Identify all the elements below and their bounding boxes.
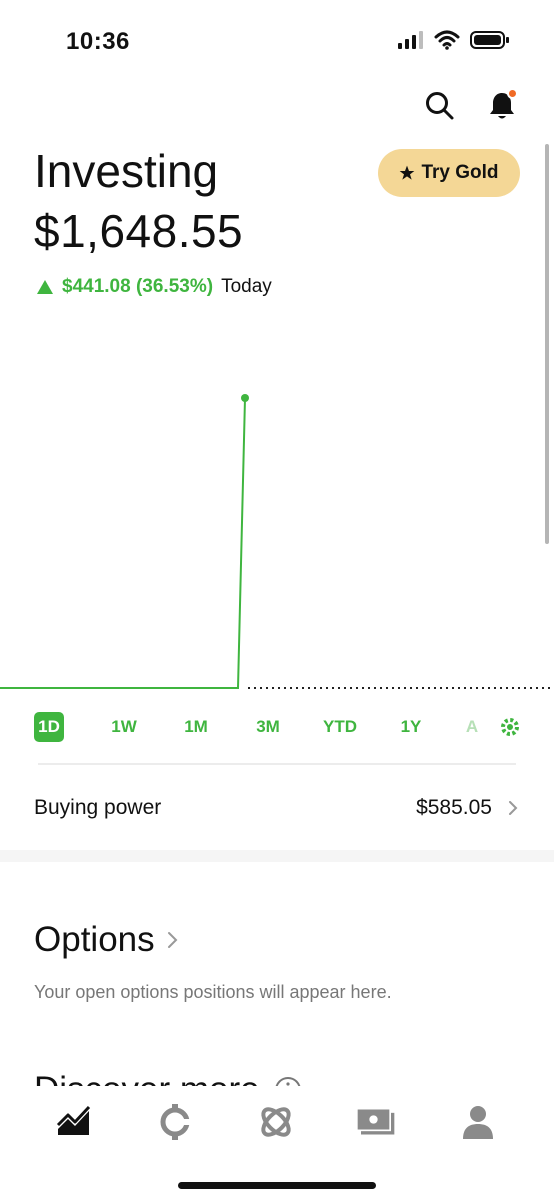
up-triangle-icon — [37, 280, 53, 294]
top-actions — [422, 88, 520, 124]
account-icon — [463, 1106, 493, 1139]
try-gold-label: Try Gold — [421, 162, 499, 183]
tab-cash[interactable] — [356, 1102, 396, 1142]
search-button[interactable] — [422, 88, 458, 124]
page-title: Investing — [34, 145, 219, 197]
portfolio-value: $1,648.55 — [34, 205, 244, 257]
home-indicator — [178, 1182, 376, 1189]
discover-header[interactable]: Discover more — [34, 1070, 302, 1086]
status-time: 10:36 — [66, 28, 130, 55]
chart-current-point — [241, 394, 249, 402]
search-icon — [426, 92, 454, 120]
range-tab-1d[interactable]: 1D — [34, 712, 64, 742]
cellular-signal-icon — [398, 31, 423, 49]
buying-power-label: Buying power — [34, 796, 162, 819]
discover-title: Discover more — [34, 1070, 260, 1086]
options-subtitle: Your open options positions will appear … — [34, 982, 392, 1002]
star-icon — [400, 165, 415, 180]
gear-icon[interactable] — [498, 715, 522, 739]
notifications-button[interactable] — [484, 88, 520, 124]
range-tabs: 1D 1W 1M 3M YTD 1Y A — [34, 712, 524, 742]
info-icon — [275, 1077, 300, 1086]
status-icons — [398, 30, 510, 50]
scrollbar[interactable] — [545, 144, 549, 544]
wifi-icon — [434, 30, 460, 50]
change-amount: $441.08 (36.53%) — [62, 276, 214, 297]
range-tab-ytd[interactable]: YTD — [320, 712, 360, 742]
chart-series-line — [0, 397, 246, 689]
investing-icon — [56, 1105, 91, 1135]
crypto-icon — [160, 1104, 190, 1140]
daily-change: $441.08 (36.53%) Today — [36, 276, 272, 298]
status-bar: 10:36 — [0, 0, 554, 80]
range-tab-1y[interactable]: 1Y — [396, 712, 426, 742]
range-tab-a[interactable]: A — [464, 712, 480, 742]
range-tab-3m[interactable]: 3M — [250, 712, 286, 742]
range-tab-1m[interactable]: 1M — [178, 712, 214, 742]
browse-icon — [261, 1107, 291, 1137]
tab-investing[interactable] — [54, 1102, 94, 1142]
notification-badge — [507, 88, 518, 99]
cash-icon — [356, 1107, 395, 1135]
battery-icon — [470, 31, 509, 49]
divider — [38, 763, 516, 765]
discover-section: Discover more — [0, 1062, 554, 1086]
change-period: Today — [221, 276, 272, 297]
tab-browse[interactable] — [256, 1102, 296, 1142]
options-title: Options — [34, 920, 155, 959]
tab-account[interactable] — [458, 1102, 498, 1142]
section-separator — [0, 850, 554, 862]
tab-crypto[interactable] — [155, 1102, 195, 1142]
buying-power-value: $585.05 — [416, 796, 492, 819]
try-gold-button[interactable]: Try Gold — [378, 149, 520, 197]
portfolio-chart[interactable] — [0, 300, 554, 700]
chevron-right-icon — [167, 932, 178, 948]
buying-power-row[interactable]: Buying power $585.05 — [34, 788, 520, 828]
options-header[interactable]: Options — [34, 920, 179, 960]
chevron-right-icon — [509, 801, 518, 815]
range-tab-1w[interactable]: 1W — [106, 712, 142, 742]
